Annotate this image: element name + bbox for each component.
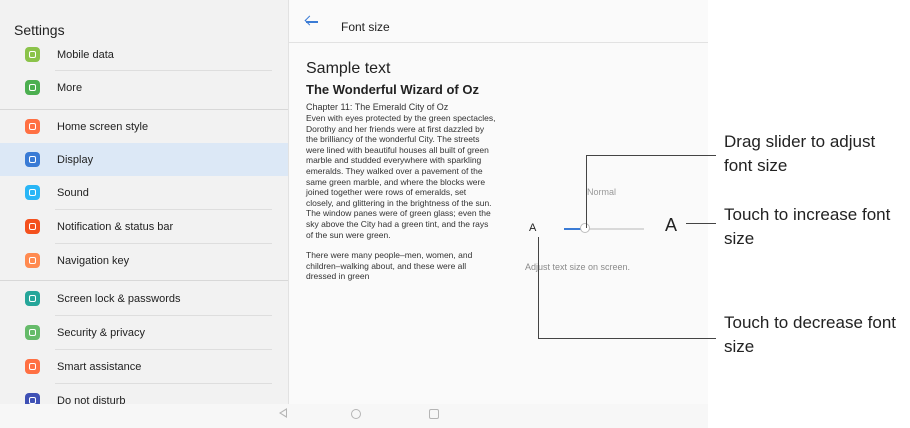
section-divider <box>0 280 288 281</box>
tablet-screen: Settings Mobile data More Home screen st… <box>0 0 708 428</box>
settings-item-label: Notification & status bar <box>57 220 174 233</box>
callout-text: Touch to increase font size <box>724 205 891 248</box>
settings-item-screen-lock[interactable]: Screen lock & passwords <box>0 282 288 315</box>
callout-drag-slider: Drag slider to adjust font size <box>724 130 904 178</box>
font-size-topbar: Font size <box>289 0 708 43</box>
callout-line <box>586 155 587 228</box>
sample-heading: Sample text <box>306 60 391 77</box>
settings-item-do-not-disturb[interactable]: Do not disturb <box>0 384 288 404</box>
nav-back-icon[interactable] <box>279 408 287 418</box>
sample-book-title: The Wonderful Wizard of Oz <box>306 82 479 97</box>
font-size-panel: Font size Sample text The Wonderful Wiza… <box>289 0 708 404</box>
navigation-key-icon <box>25 253 40 268</box>
settings-item-label: Smart assistance <box>57 360 142 373</box>
callout-text: Touch to decrease font size <box>724 313 897 356</box>
do-not-disturb-icon <box>25 393 40 404</box>
page-title: Font size <box>341 20 390 34</box>
settings-item-security[interactable]: Security & privacy <box>0 316 288 349</box>
callout-increase: Touch to increase font size <box>724 203 910 251</box>
settings-item-smart-assistance[interactable]: Smart assistance <box>0 350 288 383</box>
sample-paragraph: Even with eyes protected by the green sp… <box>306 113 496 240</box>
settings-item-more[interactable]: More <box>0 71 288 104</box>
screen-lock-icon <box>25 291 40 306</box>
settings-item-label: Security & privacy <box>57 326 146 339</box>
mobile-data-icon <box>25 47 40 62</box>
callout-text: Drag slider to adjust font size <box>724 132 876 175</box>
font-level-label: Normal <box>587 187 617 197</box>
security-icon <box>25 325 40 340</box>
display-icon <box>25 152 40 167</box>
sample-text-area: Sample text The Wonderful Wizard of Oz C… <box>306 60 496 282</box>
settings-item-notification[interactable]: Notification & status bar <box>0 210 288 243</box>
settings-item-sound[interactable]: Sound <box>0 176 288 209</box>
sample-paragraph: There were many people–men, women, and c… <box>306 250 473 282</box>
callout-line <box>586 155 716 156</box>
font-size-slider-thumb[interactable] <box>580 223 590 233</box>
settings-item-label: Display <box>57 153 94 166</box>
back-arrow-icon[interactable] <box>304 15 319 28</box>
home-screen-style-icon <box>25 119 40 134</box>
settings-item-navigation-key[interactable]: Navigation key <box>0 244 288 277</box>
notification-icon <box>25 219 40 234</box>
nav-recent-apps-icon[interactable] <box>429 409 439 419</box>
settings-item-label: Mobile data <box>57 48 114 61</box>
callout-line <box>686 223 716 224</box>
nav-home-icon[interactable] <box>351 409 361 419</box>
settings-item-display[interactable]: Display <box>0 143 288 176</box>
settings-panel: Settings Mobile data More Home screen st… <box>0 0 289 404</box>
settings-item-mobile-data[interactable]: Mobile data <box>0 38 288 71</box>
increase-font-button[interactable]: A <box>665 215 677 236</box>
callout-line <box>538 237 539 339</box>
slider-hint: Adjust text size on screen. <box>525 262 631 272</box>
sample-chapter: Chapter 11: The Emerald City of Oz <box>306 102 449 112</box>
settings-header: Settings <box>14 22 65 38</box>
settings-item-label: More <box>57 81 83 94</box>
settings-item-label: Navigation key <box>57 254 130 267</box>
sound-icon <box>25 185 40 200</box>
smart-assistance-icon <box>25 359 40 374</box>
callout-decrease: Touch to decrease font size <box>724 311 910 359</box>
settings-item-label: Sound <box>57 186 89 199</box>
settings-item-label: Home screen style <box>57 120 149 133</box>
decrease-font-button[interactable]: A <box>529 222 536 234</box>
settings-item-home-screen-style[interactable]: Home screen style <box>0 110 288 143</box>
settings-item-label: Screen lock & passwords <box>57 292 181 305</box>
more-icon <box>25 80 40 95</box>
callout-line <box>538 338 716 339</box>
settings-item-label: Do not disturb <box>57 394 126 405</box>
